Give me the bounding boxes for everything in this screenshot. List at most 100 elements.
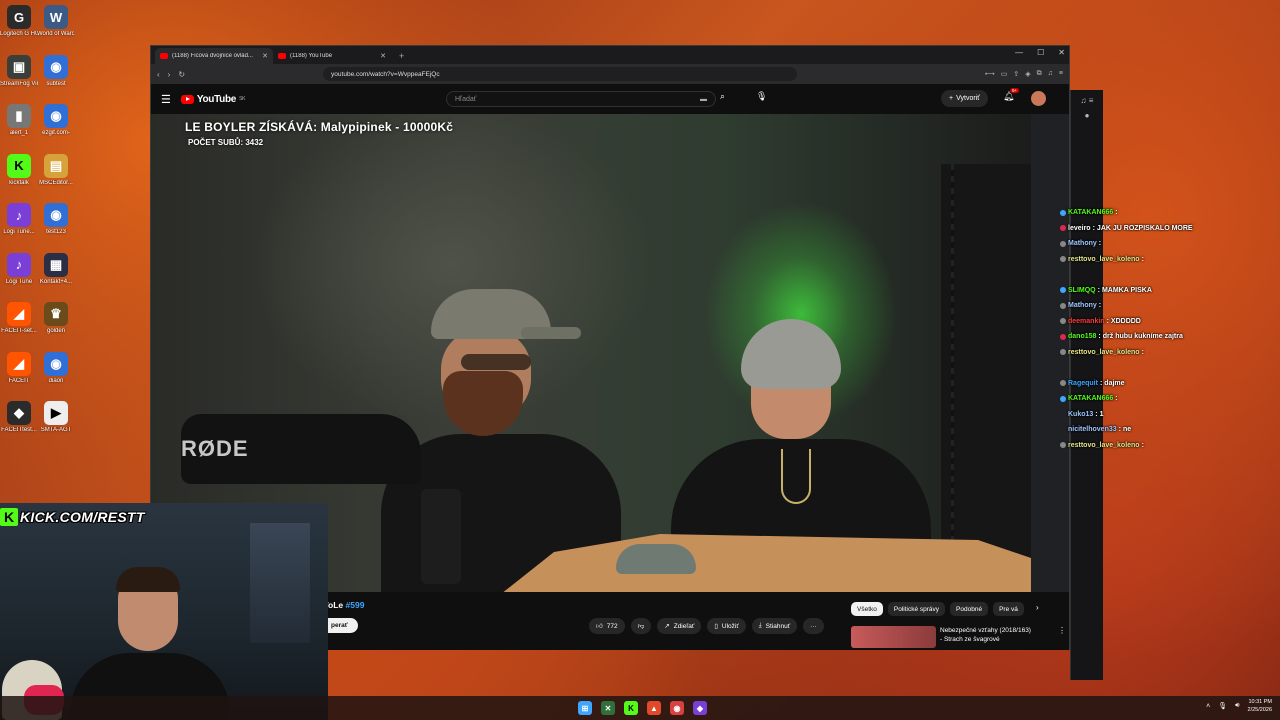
reload-icon[interactable]: ↻ [178,70,185,79]
download-button[interactable]: ⤓ Stiahnuť [751,618,798,634]
chat-username[interactable]: Mathony [1068,240,1097,247]
kebab-menu-icon[interactable]: ⋮ [1058,626,1066,648]
recommended-video[interactable]: Nebezpečné vzťahy (2018/163) - Strach ze… [851,626,1066,648]
chat-separator: : [1106,317,1109,325]
clock[interactable]: 10:31 PM 2/25/2026 [1248,698,1272,714]
chat-username[interactable]: resttovo_lave_koleno [1068,256,1140,263]
chat-message: nicitelhoven33: ne [1056,422,1236,438]
tab-video[interactable]: (1188) Ficova dvojnice ovlád... ✕ [155,48,273,64]
url-field[interactable]: youtube.com/watch?v=WvppeaFEjQc [323,67,797,81]
desktop-icon[interactable]: ◉ test123 [37,203,75,236]
desktop-icon[interactable]: ◉ ezgif.com- [37,104,75,137]
desktop-icon[interactable]: ♪ Logi Tune [0,252,38,286]
chat-username[interactable]: nicitelhoven33 [1068,426,1117,433]
chat-username[interactable]: Kuko13 [1068,411,1093,418]
more-actions-button[interactable]: ··· [803,618,824,634]
media-icon[interactable]: ♫ ≡ [1071,96,1103,105]
media-icon[interactable]: ♫ [1048,70,1053,78]
kick-url-text: KICK.COM/RESTT [20,509,145,525]
desktop-icon[interactable]: ◉ diaon [37,351,75,385]
chat-badge-icon [1060,333,1066,340]
keyboard-icon[interactable]: ▬ [700,96,707,103]
chat-username[interactable]: leveiro [1068,225,1091,232]
chat-username[interactable]: SLIMQQ [1068,287,1096,294]
chat-username[interactable]: Mathony [1068,302,1097,309]
create-button[interactable]: + Vytvoriť [941,90,988,107]
search-input[interactable]: Hľadať ▬ [446,91,716,107]
desktop-icon[interactable]: ♪ Logi Tune... [0,203,38,236]
desktop-icon-label: FACEITtest... [1,427,37,433]
desktop-icon[interactable]: ▣StreamFog VirtualCam [0,54,38,88]
chat-username[interactable]: resttovo_lave_koleno [1068,349,1140,356]
back-icon[interactable]: ‹ [157,70,160,79]
desktop-icon[interactable]: G Logitech G HUB [0,5,38,38]
taskbar-app-icon[interactable]: ✕ [601,701,615,715]
volume-icon[interactable]: 🔊︎ [1235,702,1239,710]
desktop-icon[interactable]: W World of Warcraft [37,5,75,38]
desktop-icon-label: test123 [46,229,66,235]
desktop-icon[interactable]: ▮ alert_1 [0,104,38,137]
translate-icon[interactable]: ⟷ [985,70,995,78]
video-title-hashtag[interactable]: #599 [346,600,365,610]
chevron-up-icon[interactable]: ˄ [1206,703,1210,710]
desktop-icon[interactable]: ▶ SMTA-AGT [37,401,75,434]
extensions-icon[interactable]: ⧉ [1037,70,1042,78]
circle-icon[interactable]: ● [1071,111,1103,120]
desktop-icon[interactable]: Kkicktalk [0,153,38,187]
chat-username[interactable]: Ragequit [1068,380,1098,387]
youtube-logo[interactable]: YouTube SK [180,94,245,105]
chat-message [1056,360,1236,376]
chat-message: resttovo_lave_koleno: [1056,438,1236,454]
save-button[interactable]: ▯ Uložiť [707,618,746,634]
new-tab-button[interactable]: + [399,51,404,64]
dislike-button[interactable]: 👎︎ [630,618,652,634]
chat-username[interactable]: KATAKAN666 [1068,209,1113,216]
chat-username[interactable]: resttovo_lave_koleno [1068,442,1140,449]
download-label: Stiahnuť [765,622,791,630]
desktop-icon[interactable]: ◉ subtest [37,54,75,88]
desktop-icon[interactable]: ◆ FACEITtest... [0,401,38,434]
close-window-button[interactable]: ✕ [1058,48,1065,57]
taskbar-app-icon[interactable]: K [624,701,638,715]
taskbar-app-icon[interactable]: ◉ [670,701,684,715]
pip-icon[interactable]: ▭ [1001,70,1008,78]
desktop-icon-label: Kontakt+4... [39,278,73,285]
app-icon: ◢ [7,351,31,376]
close-tab-icon[interactable]: ✕ [380,52,386,60]
chip-similar[interactable]: Podobné [950,602,989,616]
chip-all[interactable]: Všetko [851,602,883,616]
desktop-icon[interactable]: ▤ MSCEditor... [37,153,75,187]
chat-message: Mathony: [1056,298,1236,314]
taskbar-app-icon[interactable]: ◆ [693,701,707,715]
minimize-button[interactable]: — [1015,48,1023,57]
close-tab-icon[interactable]: ✕ [262,52,268,60]
chip-for-you[interactable]: Pre vá [993,602,1024,616]
taskbar-app-icon[interactable]: ⊞ [578,701,592,715]
avatar[interactable] [1031,91,1046,106]
microphone-tray-icon[interactable]: 🎙︎ [1218,702,1227,710]
desktop-icon[interactable]: ◢ FACEIT [0,351,38,385]
maximize-button[interactable]: ☐ [1037,48,1044,57]
forward-icon[interactable]: › [168,70,171,79]
search-icon[interactable]: ⌕ [720,91,725,102]
taskbar-app-icon[interactable]: ▲ [647,701,661,715]
like-button[interactable]: 👍︎ 772 [589,618,625,634]
desktop-icon-label: World of Warcraft [37,31,75,37]
chevron-right-icon[interactable]: › [1036,603,1039,612]
desktop-icon[interactable]: ◢ FACEIT-set... [0,302,38,335]
guide-menu-icon[interactable]: ☰ [161,93,171,106]
app-icon: ▶ [44,401,68,425]
tab-youtube[interactable]: (1188) YouTube ✕ [273,48,391,64]
microphone-icon[interactable]: 🎙︎ [756,91,767,102]
desktop-icon[interactable]: ♛ golden [37,302,75,335]
share-button[interactable]: ↗ Zdieľať [657,618,702,634]
chat-username[interactable]: KATAKAN666 [1068,395,1113,402]
chat-username[interactable]: deemankin [1068,318,1105,325]
shield-icon[interactable]: ◈ [1025,70,1030,78]
share-icon[interactable]: ⇪ [1013,70,1019,78]
desktop-icon[interactable]: ▦ Kontakt+4... [37,252,75,286]
notifications-bell-icon[interactable]: 🔔︎ 9+ [1003,88,1020,102]
menu-icon[interactable]: ≡ [1059,70,1063,78]
chip-political-news[interactable]: Politické správy [887,602,946,616]
chat-username[interactable]: dano158 [1068,333,1096,340]
